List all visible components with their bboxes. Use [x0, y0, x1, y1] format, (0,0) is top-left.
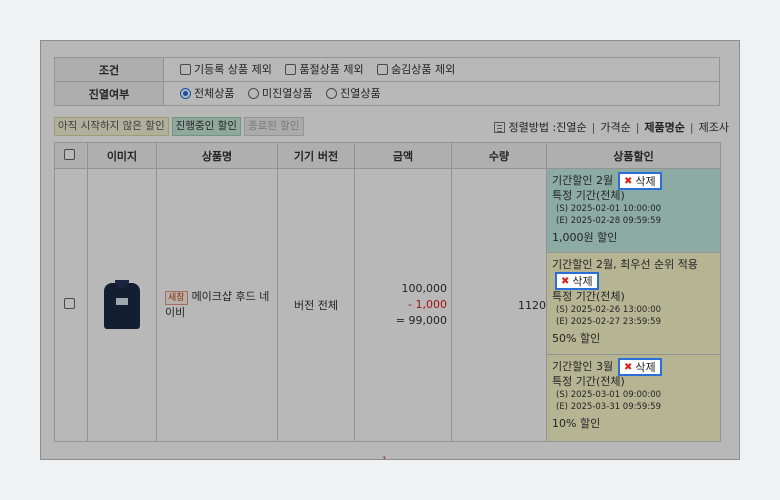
price-cell: 100,000 - 1,000 = 99,000	[354, 168, 452, 442]
discount-type: 특정 기간(전체)	[552, 189, 625, 202]
price-discount: - 1,000	[408, 298, 447, 311]
content-area: 조건 기등록 상품 제외 품절상품 제외 숨김상품 제외 진열여부 전체상품 미…	[41, 41, 739, 459]
device-version-cell: 버전 전체	[277, 168, 355, 442]
pagination[interactable]: · 1 ·	[376, 456, 393, 459]
option-label: 전체상품	[194, 87, 235, 101]
exclude-registered-checkbox[interactable]: 기등록 상품 제외	[180, 61, 272, 77]
delete-button[interactable]: ✖ 삭제	[618, 172, 662, 190]
discount-start: (S) 2025-02-01 10:00:00	[556, 204, 662, 214]
discount-cell: 기간할인 2월 특정 기간(전체) (S) 2025-02-01 10:00:0…	[546, 168, 721, 442]
discount-end: (E) 2025-03-31 09:59:59	[556, 402, 661, 412]
delete-label: 삭제	[635, 361, 656, 374]
discount-end: (E) 2025-02-28 09:59:59	[556, 216, 661, 226]
discount-amount: 50% 할인	[552, 332, 601, 345]
separator: |	[591, 120, 596, 134]
header-price: 금액	[354, 142, 452, 169]
option-label: 숨김상품 제외	[391, 63, 456, 77]
discount-amount: 1,000원 할인	[552, 231, 618, 244]
sort-price[interactable]: 가격순	[600, 119, 630, 135]
header-device-version: 기기 버전	[277, 142, 355, 169]
sort-product-name[interactable]: 제품명순	[644, 119, 684, 135]
sort-bar: 정렬방법 : 진열순 | 가격순 | 제품명순 | 제조사	[493, 119, 729, 135]
hoodie-logo	[116, 298, 128, 305]
separator: |	[689, 120, 694, 134]
price-original: 100,000	[401, 282, 448, 295]
displayed-radio[interactable]: 진열상품	[326, 85, 381, 101]
new-window-badge[interactable]: 새창	[165, 291, 188, 305]
select-all-checkbox[interactable]	[64, 148, 75, 160]
table-row: 새창 메이크샵 후드 네이비 버전 전체 100,000 - 1,000 = 99…	[54, 168, 721, 442]
sort-manufacturer[interactable]: 제조사	[699, 119, 729, 135]
radio-dot[interactable]	[247, 87, 259, 99]
discount-amount: 10% 할인	[552, 417, 601, 430]
discount-start: (S) 2025-02-26 13:00:00	[556, 305, 662, 315]
discount-title: 기간할인 2월, 최우선 순위 적용	[552, 258, 698, 271]
discount-end: (E) 2025-02-27 23:59:59	[556, 317, 661, 327]
delete-label: 삭제	[635, 175, 656, 188]
row-checkbox-cell	[54, 168, 88, 442]
delete-label: 삭제	[572, 275, 593, 288]
list-icon	[493, 121, 505, 133]
discount-item: 기간할인 2월, 최우선 순위 적용 특정 기간(전체) (S) 2025-02…	[547, 253, 720, 355]
hoodie-image	[104, 280, 140, 329]
discount-type: 특정 기간(전체)	[552, 375, 625, 388]
option-label: 기등록 상품 제외	[194, 63, 272, 77]
checkbox-box[interactable]	[180, 63, 191, 75]
separator: |	[635, 120, 640, 134]
header-product-name: 상품명	[156, 142, 278, 169]
delete-button[interactable]: ✖ 삭제	[555, 272, 599, 290]
product-name-cell: 새창 메이크샵 후드 네이비	[156, 168, 278, 442]
x-icon: ✖	[624, 361, 633, 373]
price-final: = 99,000	[395, 314, 447, 327]
checkbox-box[interactable]	[377, 63, 389, 75]
discount-start: (S) 2025-03-01 09:00:00	[556, 390, 662, 400]
option-label: 미진열상품	[261, 87, 313, 101]
option-label: 품절상품 제외	[299, 63, 364, 77]
option-label: 진열상품	[340, 87, 381, 101]
radio-dot[interactable]	[326, 87, 338, 99]
x-icon: ✖	[624, 175, 633, 187]
not-displayed-radio[interactable]: 미진열상품	[247, 85, 313, 101]
tag-not-started[interactable]: 아직 시작하지 않은 할인	[54, 117, 169, 136]
select-all-header	[54, 142, 88, 169]
row-checkbox[interactable]	[64, 298, 75, 309]
sort-label: 정렬방법 :	[508, 121, 557, 134]
header-image: 이미지	[87, 142, 157, 169]
filter-table: 조건 기등록 상품 제외 품절상품 제외 숨김상품 제외 진열여부 전체상품 미…	[54, 57, 720, 106]
tag-ended[interactable]: 종료된 할인	[243, 117, 304, 136]
sort-display-order[interactable]: 진열순	[556, 119, 586, 135]
display-label: 진열여부	[54, 81, 164, 106]
table-header-row: 이미지 상품명 기기 버전 금액 수량 상품할인	[54, 142, 721, 169]
radio-dot[interactable]	[180, 87, 191, 99]
discount-type: 특정 기간(전체)	[552, 290, 625, 303]
x-icon: ✖	[561, 275, 570, 287]
exclude-soldout-checkbox[interactable]: 품절상품 제외	[285, 61, 364, 77]
header-quantity: 수량	[451, 142, 547, 169]
exclude-hidden-checkbox[interactable]: 숨김상품 제외	[377, 61, 455, 77]
product-thumbnail[interactable]	[96, 279, 148, 331]
image-cell	[87, 168, 157, 442]
delete-button[interactable]: ✖ 삭제	[618, 358, 662, 376]
checkbox-box[interactable]	[285, 63, 297, 75]
condition-label: 조건	[54, 57, 164, 82]
header-product-discount: 상품할인	[546, 142, 721, 169]
all-products-radio[interactable]: 전체상품	[180, 85, 234, 101]
discount-status-tags: 아직 시작하지 않은 할인 진행중인 할인 종료된 할인	[54, 117, 304, 136]
tag-in-progress[interactable]: 진행중인 할인	[171, 117, 241, 136]
condition-options: 기등록 상품 제외 품절상품 제외 숨김상품 제외	[163, 57, 720, 82]
quantity-cell: 1120	[451, 168, 547, 442]
screenshot-frame: 조건 기등록 상품 제외 품절상품 제외 숨김상품 제외 진열여부 전체상품 미…	[40, 40, 740, 460]
display-options: 전체상품 미진열상품 진열상품	[163, 81, 720, 106]
